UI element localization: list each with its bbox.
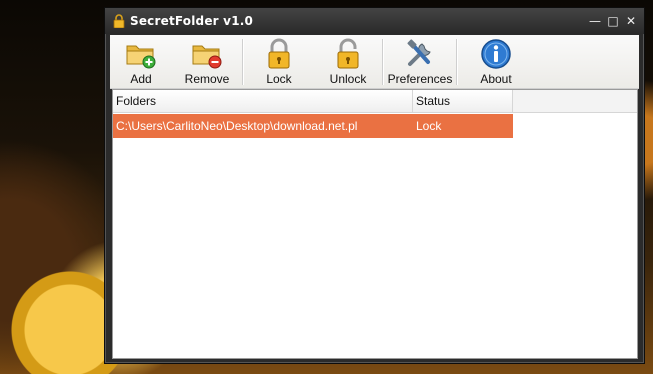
- unlock-icon: [337, 38, 359, 69]
- unlock-label: Unlock: [329, 72, 367, 86]
- lock-button[interactable]: Lock: [244, 35, 314, 89]
- preferences-button[interactable]: Preferences: [384, 35, 456, 89]
- list-header: Folders Status: [113, 90, 637, 113]
- lock-app-icon: [113, 14, 125, 28]
- app-window: SecretFolder v1.0 — □ ✕ Add Remove Lock …: [104, 7, 645, 364]
- lock-label: Lock: [266, 72, 292, 86]
- add-label: Add: [130, 72, 152, 86]
- tools-icon: [407, 39, 431, 66]
- toolbar: Add Remove Lock Unlock Preferences About: [110, 35, 639, 89]
- remove-button[interactable]: Remove: [172, 35, 242, 89]
- window-title: SecretFolder v1.0: [130, 14, 254, 28]
- folder-add-icon: [126, 45, 156, 69]
- table-row[interactable]: C:\Users\CarlitoNeo\Desktop\download.net…: [113, 114, 513, 138]
- about-button[interactable]: About: [458, 35, 534, 89]
- folder-remove-icon: [192, 45, 222, 69]
- minimize-button[interactable]: —: [588, 14, 602, 28]
- column-header-folders[interactable]: Folders: [113, 90, 413, 113]
- folder-list[interactable]: Folders Status C:\Users\CarlitoNeo\Deskt…: [112, 89, 638, 359]
- info-icon: [481, 39, 511, 69]
- lock-icon: [268, 38, 290, 69]
- unlock-button[interactable]: Unlock: [314, 35, 382, 89]
- status-cell: Lock: [416, 119, 442, 133]
- remove-label: Remove: [184, 72, 230, 86]
- close-button[interactable]: ✕: [624, 14, 638, 28]
- window-controls: — □ ✕: [588, 14, 638, 28]
- add-button[interactable]: Add: [110, 35, 172, 89]
- header-filler: [513, 90, 637, 113]
- maximize-button[interactable]: □: [606, 14, 620, 28]
- preferences-label: Preferences: [387, 72, 453, 86]
- about-label: About: [480, 72, 512, 86]
- title-bar[interactable]: SecretFolder v1.0 — □ ✕: [105, 8, 644, 34]
- column-header-status[interactable]: Status: [413, 90, 513, 113]
- folder-path-cell: C:\Users\CarlitoNeo\Desktop\download.net…: [116, 119, 358, 133]
